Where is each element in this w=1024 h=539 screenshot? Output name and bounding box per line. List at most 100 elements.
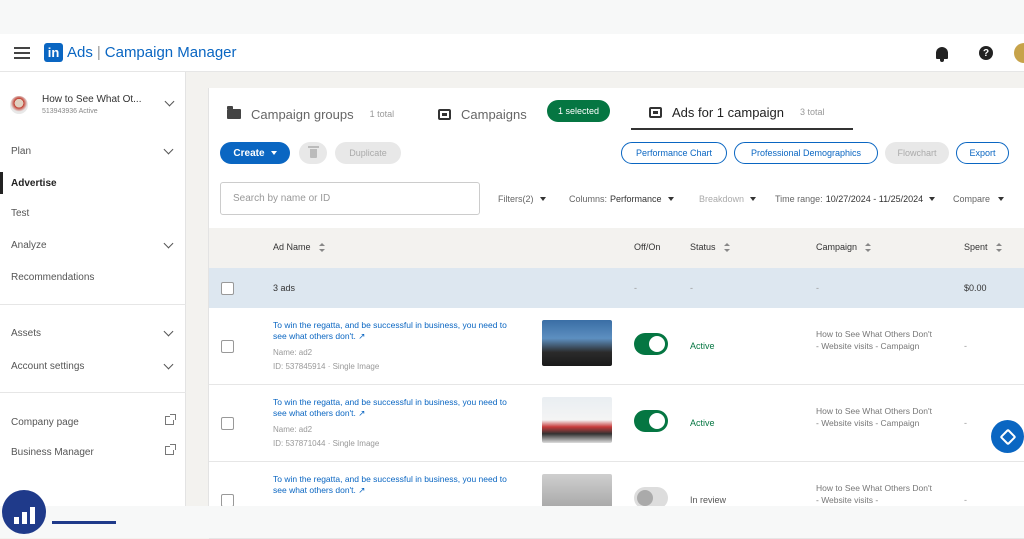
summary-spent: $0.00 (964, 283, 987, 293)
chevron-down-icon (163, 359, 174, 370)
sidebar-item-plan[interactable]: Plan (0, 140, 186, 162)
tab-campaign-groups[interactable]: Campaign groups 1 total (227, 100, 394, 128)
table-row[interactable]: To win the regatta, and be successful in… (209, 308, 1024, 385)
status-text: Active (690, 341, 715, 351)
campaign-name: How to See What Others Don't - Website v… (816, 483, 932, 505)
external-link-icon (165, 414, 176, 425)
ad-title-link[interactable]: To win the regatta, and be successful in… (273, 474, 509, 496)
campaign-icon (438, 108, 451, 120)
brand[interactable]: in Ads | Campaign Manager (44, 43, 237, 62)
ad-title-link[interactable]: To win the regatta, and be successful in… (273, 320, 509, 342)
search-input[interactable] (220, 182, 480, 215)
tab-campaigns[interactable]: Campaigns (438, 100, 527, 128)
summary-label: 3 ads (273, 283, 296, 293)
sort-icon (995, 242, 1002, 252)
column-campaign[interactable]: Campaign (816, 242, 872, 252)
spent-value: - (964, 418, 967, 428)
caret-down-icon (667, 197, 674, 201)
performance-chart-button[interactable]: Performance Chart (621, 142, 727, 164)
sort-icon (723, 242, 730, 252)
summary-offon: - (634, 283, 637, 293)
table-header: Ad Name Off/On Status Campaign Spent (209, 228, 1024, 268)
tab-bar: Campaign groups 1 total Campaigns 1 sele… (209, 88, 1024, 134)
ad-toggle[interactable] (634, 333, 668, 355)
table-row[interactable]: To win the regatta, and be successful in… (209, 385, 1024, 462)
ad-id: ID: 537845914 · Single Image (273, 362, 380, 371)
export-button[interactable]: Export (956, 142, 1009, 164)
menu-icon[interactable] (14, 46, 30, 59)
ad-id: ID: 537871044 · Single Image (273, 439, 380, 448)
demographics-button[interactable]: Professional Demographics (734, 142, 878, 164)
sidebar-item-test[interactable]: Test (0, 202, 186, 224)
column-spent[interactable]: Spent (964, 242, 1002, 252)
sort-icon (865, 242, 872, 252)
time-range-dropdown[interactable]: Time range: 10/27/2024 - 11/25/2024 (775, 194, 936, 204)
sidebar: How to See What Ot... 513943936 Active P… (0, 72, 186, 538)
sidebar-item-account-settings[interactable]: Account settings (0, 355, 186, 377)
caret-down-icon (750, 197, 757, 201)
ad-toggle[interactable] (634, 410, 668, 432)
spent-value: - (964, 495, 967, 505)
duplicate-button[interactable]: Duplicate (335, 142, 401, 164)
ad-name: Name: ad2 (273, 348, 313, 357)
sidebar-item-company-page[interactable]: Company page (0, 411, 186, 433)
summary-campaign: - (816, 283, 819, 293)
campaign-name: How to See What Others Don't - Website v… (816, 406, 932, 428)
sidebar-item-assets[interactable]: Assets (0, 322, 186, 344)
sidebar-divider (0, 304, 186, 305)
folder-icon (227, 106, 241, 119)
selected-badge[interactable]: 1 selected (547, 100, 611, 122)
spent-value: - (964, 341, 967, 351)
chart-logo-icon (2, 490, 46, 534)
sidebar-item-business-manager[interactable]: Business Manager (0, 441, 186, 463)
trash-icon (307, 145, 319, 158)
caret-down-icon (270, 151, 277, 155)
floating-help-button[interactable] (991, 420, 1024, 453)
caret-down-icon (929, 197, 936, 201)
ad-icon (649, 106, 662, 118)
select-all-checkbox[interactable] (221, 282, 234, 295)
header-icons: ? (906, 34, 1024, 72)
logo-underline (52, 521, 116, 524)
row-checkbox[interactable] (221, 417, 234, 430)
ad-name: Name: ad2 (273, 425, 313, 434)
row-checkbox[interactable] (221, 340, 234, 353)
account-selector[interactable]: How to See What Ot... 513943936 Active (10, 94, 180, 124)
account-avatar (10, 96, 28, 114)
account-name: How to See What Ot... (42, 94, 142, 105)
caret-down-icon (998, 197, 1005, 201)
breakdown-dropdown[interactable]: Breakdown (699, 194, 757, 204)
ad-thumbnail[interactable] (542, 397, 612, 443)
sidebar-item-advertise[interactable]: Advertise (0, 172, 186, 194)
column-ad-name[interactable]: Ad Name (273, 242, 325, 252)
brand-product: Campaign Manager (104, 44, 237, 61)
ad-thumbnail[interactable] (542, 320, 612, 366)
bell-icon[interactable] (934, 45, 950, 62)
brand-separator: | (96, 44, 101, 61)
filters-dropdown[interactable]: Filters(2) (498, 194, 546, 204)
compare-dropdown[interactable]: Compare (953, 194, 1005, 204)
chevron-down-icon (163, 144, 174, 155)
avatar[interactable] (1014, 43, 1024, 63)
create-button[interactable]: Create (220, 142, 290, 164)
sidebar-item-analyze[interactable]: Analyze (0, 234, 186, 256)
column-status[interactable]: Status (690, 242, 730, 252)
linkedin-logo-icon: in (44, 43, 63, 62)
sidebar-item-recommendations[interactable]: Recommendations (0, 266, 186, 288)
delete-button[interactable] (299, 142, 327, 164)
chevron-down-icon (163, 326, 174, 337)
help-icon[interactable]: ? (978, 45, 994, 61)
chat-icon (999, 428, 1016, 445)
brand-ads: Ads (67, 44, 93, 61)
flowchart-button[interactable]: Flowchart (885, 142, 949, 164)
top-strip (0, 0, 1024, 34)
ad-title-link[interactable]: To win the regatta, and be successful in… (273, 397, 509, 419)
status-text: Active (690, 418, 715, 428)
main-panel: Campaign groups 1 total Campaigns 1 sele… (208, 88, 1024, 539)
columns-dropdown[interactable]: Columns: Performance (569, 194, 674, 204)
column-off-on: Off/On (634, 242, 661, 252)
external-link-icon (165, 444, 176, 455)
caret-down-icon (539, 197, 546, 201)
tab-ads[interactable]: Ads for 1 campaign 3 total (631, 96, 853, 130)
status-text: In review (690, 495, 727, 505)
